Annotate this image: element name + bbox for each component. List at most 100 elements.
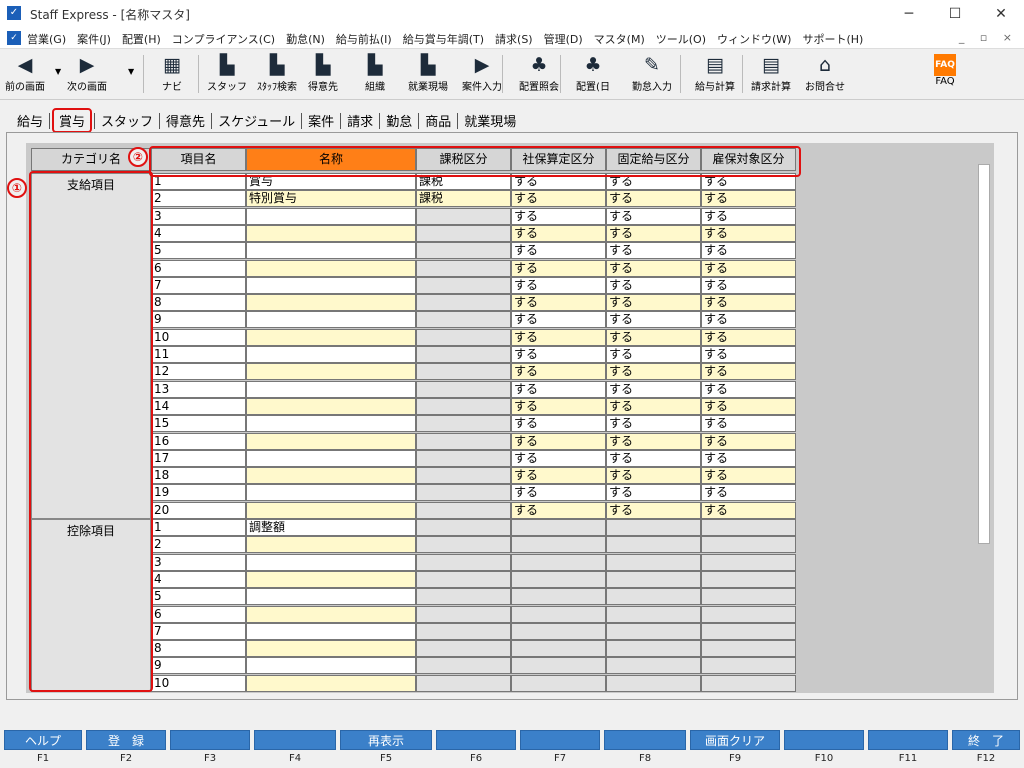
grid-cell-fixed[interactable]: する [606,415,701,433]
tab-item[interactable]: 商品 [421,109,455,132]
grid-cell-social[interactable] [511,622,606,640]
grid-cell-name[interactable] [246,328,416,346]
toolbar-button[interactable]: ▶ 案件入力 [456,52,508,96]
grid-cell-name[interactable] [246,276,416,294]
tab-item[interactable]: 案件 [304,109,338,132]
grid-cell-employment[interactable]: する [701,242,796,260]
grid-cell-fixed[interactable]: する [606,224,701,242]
column-header-item[interactable]: 項目名 [151,148,246,171]
menu-item[interactable]: 配置(H) [122,31,161,47]
column-header-tax[interactable]: 課税区分 [416,148,511,171]
grid-cell-tax[interactable] [416,242,511,260]
grid-cell-employment[interactable]: する [701,346,796,363]
grid-cell-name[interactable] [246,207,416,225]
grid-cell-fixed[interactable] [606,640,701,658]
grid-cell-social[interactable] [511,570,606,588]
grid-cell-tax[interactable]: 課税 [416,173,511,190]
grid-cell-employment[interactable]: する [701,484,796,502]
grid-cell-employment[interactable]: する [701,380,796,398]
grid-cell-tax[interactable] [416,605,511,623]
grid-cell-fixed[interactable]: する [606,207,701,225]
grid-cell-employment[interactable]: する [701,173,796,190]
grid-cell-tax[interactable] [416,657,511,675]
grid-cell-name[interactable] [246,674,416,692]
grid-cell-tax[interactable] [416,519,511,536]
grid-cell-fixed[interactable]: する [606,363,701,381]
menu-item[interactable]: 営業(G) [27,31,66,47]
grid-cell-social[interactable]: する [511,346,606,363]
grid-cell-tax[interactable] [416,501,511,519]
grid-cell-employment[interactable]: する [701,207,796,225]
toolbar-button[interactable]: ▶ 次の画面 [62,52,112,96]
grid-cell-employment[interactable]: する [701,449,796,467]
toolbar-button[interactable]: ⌂ お問合せ [800,52,850,96]
toolbar-button[interactable]: ▙ 得意先 [300,52,346,96]
grid-cell-name[interactable] [246,640,416,658]
tab-item[interactable]: 賞与 [52,108,93,133]
grid-cell-social[interactable] [511,674,606,692]
grid-cell-name[interactable] [246,657,416,675]
menu-item[interactable]: サポート(H) [802,31,863,47]
grid-cell-tax[interactable] [416,259,511,277]
toolbar-button[interactable]: ▙ 就業現場 [404,52,452,96]
tab-item[interactable]: 得意先 [162,109,209,132]
fkey-f9-button[interactable]: 画面クリア [690,730,780,750]
toolbar-button[interactable]: ◀ 前の画面 [2,52,48,96]
grid-cell-social[interactable]: する [511,311,606,329]
toolbar-button[interactable]: ▙ 組織 [352,52,398,96]
grid-cell-fixed[interactable]: する [606,311,701,329]
grid-cell-social[interactable]: する [511,173,606,190]
grid-cell-name[interactable] [246,311,416,329]
grid-cell-name[interactable] [246,588,416,606]
toolbar-button[interactable]: ♣ 配置照会 [514,52,564,96]
grid-cell-name[interactable]: 特別賞与 [246,190,416,208]
grid-cell-fixed[interactable]: する [606,501,701,519]
menu-item[interactable]: コンプライアンス(C) [172,31,275,47]
grid-cell-name[interactable] [246,259,416,277]
toolbar-button[interactable]: ▙ スタッフ [204,52,250,96]
fkey-f4-button[interactable] [254,730,336,750]
fkey-f2-button[interactable]: 登 録 [86,730,166,750]
grid-cell-fixed[interactable] [606,674,701,692]
maximize-button[interactable]: ☐ [932,0,978,28]
grid-cell-tax[interactable] [416,328,511,346]
grid-cell-employment[interactable]: する [701,311,796,329]
grid-cell-fixed[interactable]: する [606,397,701,415]
grid-cell-name[interactable] [246,467,416,485]
toolbar-button[interactable]: ▦ ナビ [152,52,192,96]
grid-cell-name[interactable] [246,449,416,467]
fkey-f7-button[interactable] [520,730,600,750]
grid-cell-social[interactable]: する [511,501,606,519]
grid-cell-fixed[interactable]: する [606,380,701,398]
grid-cell-social[interactable]: する [511,276,606,294]
grid-cell-social[interactable]: する [511,294,606,312]
grid-cell-social[interactable]: する [511,484,606,502]
toolbar-button[interactable]: ▤ 給与計算 [690,52,740,96]
grid-cell-fixed[interactable]: する [606,346,701,363]
menu-item[interactable]: 給与前払(I) [336,31,392,47]
grid-cell-name[interactable] [246,622,416,640]
grid-cell-social[interactable]: する [511,380,606,398]
grid-cell-tax[interactable] [416,674,511,692]
grid-cell-employment[interactable] [701,674,796,692]
grid-cell-name[interactable] [246,605,416,623]
grid-cell-social[interactable]: する [511,328,606,346]
grid-cell-fixed[interactable]: する [606,294,701,312]
toolbar-button[interactable]: ▤ 請求計算 [746,52,796,96]
grid-cell-employment[interactable] [701,553,796,571]
menu-item[interactable]: ウィンドウ(W) [717,31,791,47]
grid-cell-name[interactable] [246,380,416,398]
grid-cell-fixed[interactable] [606,553,701,571]
grid-cell-employment[interactable] [701,605,796,623]
grid-cell-social[interactable]: する [511,190,606,208]
grid-cell-tax[interactable] [416,432,511,450]
grid-cell-social[interactable]: する [511,415,606,433]
grid-cell-social[interactable] [511,553,606,571]
menu-item[interactable]: 請求(S) [495,31,533,47]
grid-cell-social[interactable] [511,640,606,658]
grid-cell-social[interactable]: する [511,363,606,381]
toolbar-button[interactable]: ✎ 勤怠入力 [626,52,678,96]
grid-cell-name[interactable] [246,224,416,242]
fkey-f1-button[interactable]: ヘルプ [4,730,82,750]
grid-cell-social[interactable]: する [511,432,606,450]
